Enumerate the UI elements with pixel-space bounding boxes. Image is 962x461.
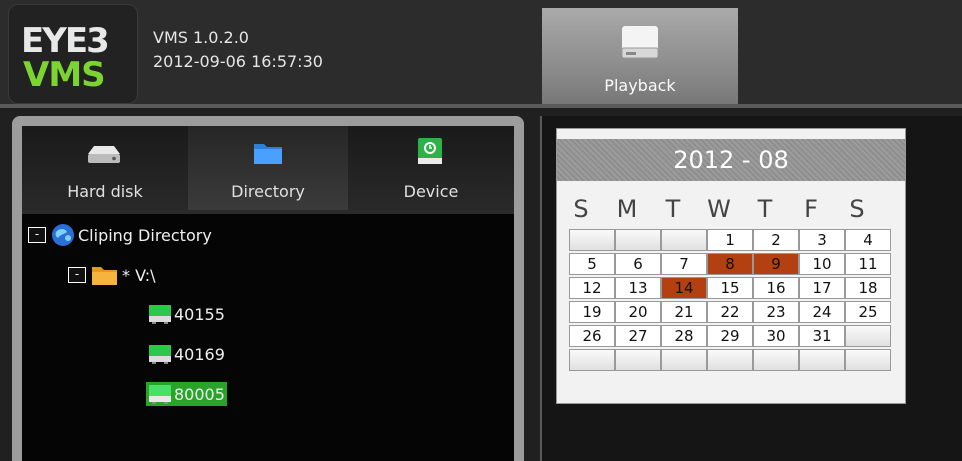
device-icon: [149, 305, 171, 324]
calendar-day[interactable]: 5: [569, 253, 615, 275]
calendar-day[interactable]: 16: [753, 277, 799, 299]
tree-leaf-device[interactable]: 40169: [148, 342, 227, 366]
calendar-day[interactable]: 4: [845, 229, 891, 251]
calendar-day[interactable]: 31: [799, 325, 845, 347]
current-datetime: 2012-09-06 16:57:30: [153, 52, 323, 71]
hard-disk-icon: [621, 26, 659, 59]
calendar-empty-cell: [661, 349, 707, 371]
tree-node-root[interactable]: - Cliping Directory: [28, 222, 212, 248]
playback-tab[interactable]: Playback: [542, 8, 738, 104]
app-info: VMS 1.0.2.0 2012-09-06 16:57:30: [153, 26, 323, 74]
folder-icon: [254, 144, 282, 164]
left-panel: Hard disk Directory Device - Cliping Dir…: [12, 116, 524, 461]
weekday-label: S: [849, 195, 865, 223]
hard-disk-icon: [88, 146, 120, 163]
calendar-empty-cell: [615, 229, 661, 251]
calendar-day[interactable]: 17: [799, 277, 845, 299]
collapse-toggle[interactable]: -: [68, 267, 86, 283]
tree-folder-label: * V:\: [122, 265, 156, 285]
device-icon: [149, 385, 171, 404]
calendar-empty-cell: [845, 325, 891, 347]
tree-leaf-label: 40155: [174, 304, 225, 324]
calendar-day[interactable]: 1: [707, 229, 753, 251]
globe-icon: [52, 224, 74, 246]
device-icon: [149, 345, 171, 364]
app-logo: EYE3 VMS: [8, 4, 138, 104]
calendar-day[interactable]: 2: [753, 229, 799, 251]
device-icon: [418, 138, 442, 164]
calendar-empty-cell: [707, 349, 753, 371]
vms-app: EYE3 VMS VMS 1.0.2.0 2012-09-06 16:57:30…: [0, 0, 962, 461]
weekday-label: F: [804, 195, 818, 223]
tab-device[interactable]: Device: [348, 126, 514, 214]
calendar-day-has-recording[interactable]: 14: [661, 277, 707, 299]
calendar-day[interactable]: 30: [753, 325, 799, 347]
weekday-label: S: [573, 195, 589, 223]
calendar-empty-cell: [845, 349, 891, 371]
calendar-empty-cell: [569, 349, 615, 371]
tree-leaf-device-selected[interactable]: 80005: [146, 382, 227, 406]
calendar-day[interactable]: 20: [615, 301, 661, 323]
weekday-label: W: [707, 195, 731, 223]
calendar-day[interactable]: 23: [753, 301, 799, 323]
calendar-day[interactable]: 11: [845, 253, 891, 275]
calendar-day[interactable]: 15: [707, 277, 753, 299]
calendar-day[interactable]: 21: [661, 301, 707, 323]
tree-root-label: Cliping Directory: [78, 225, 212, 245]
calendar-day[interactable]: 19: [569, 301, 615, 323]
calendar-month-title: 2012 - 08: [673, 146, 789, 174]
calendar-day[interactable]: 10: [799, 253, 845, 275]
calendar-empty-cell: [569, 229, 615, 251]
calendar-day-has-recording[interactable]: 8: [707, 253, 753, 275]
tree-leaf-label: 40169: [174, 344, 225, 364]
weekday-label: M: [616, 195, 638, 223]
tree-leaf-device[interactable]: 40155: [148, 302, 227, 326]
calendar-day[interactable]: 18: [845, 277, 891, 299]
tree-node-folder[interactable]: - * V:\: [68, 262, 156, 288]
calendar-day[interactable]: 29: [707, 325, 753, 347]
calendar-day[interactable]: 28: [661, 325, 707, 347]
calendar-day[interactable]: 7: [661, 253, 707, 275]
header-bar: EYE3 VMS VMS 1.0.2.0 2012-09-06 16:57:30…: [0, 0, 962, 108]
calendar-day[interactable]: 22: [707, 301, 753, 323]
tab-device-label: Device: [403, 182, 459, 201]
calendar-day[interactable]: 13: [615, 277, 661, 299]
calendar-empty-cell: [661, 229, 707, 251]
calendar-day-has-recording[interactable]: 9: [753, 253, 799, 275]
playback-label: Playback: [604, 76, 676, 95]
calendar-day[interactable]: 24: [799, 301, 845, 323]
calendar-day[interactable]: 12: [569, 277, 615, 299]
tab-directory[interactable]: Directory: [188, 126, 348, 214]
calendar-empty-cell: [753, 349, 799, 371]
calendar-day[interactable]: 27: [615, 325, 661, 347]
calendar-day[interactable]: 25: [845, 301, 891, 323]
calendar-day[interactable]: 3: [799, 229, 845, 251]
calendar-day[interactable]: 6: [615, 253, 661, 275]
source-tabbar: Hard disk Directory Device: [22, 126, 514, 214]
weekday-label: T: [757, 195, 773, 223]
tab-divider: [22, 210, 514, 214]
tab-hard-disk-label: Hard disk: [67, 182, 143, 201]
tab-directory-label: Directory: [231, 182, 305, 201]
logo-vms-text: VMS: [23, 55, 106, 95]
tab-hard-disk[interactable]: Hard disk: [22, 126, 188, 214]
weekday-label: T: [665, 195, 681, 223]
app-version: VMS 1.0.2.0: [153, 28, 249, 47]
left-panel-content: Hard disk Directory Device - Cliping Dir…: [22, 126, 514, 461]
collapse-toggle[interactable]: -: [28, 227, 46, 243]
tree-leaf-label: 80005: [172, 382, 227, 406]
calendar-empty-cell: [799, 349, 845, 371]
right-panel: 2012 - 08 S M T W T F S 1 2 3 4 5 6 7 8 9 10 11 12 1…: [540, 116, 962, 461]
calendar-header: 2012 - 08: [557, 139, 905, 181]
calendar-empty-cell: [615, 349, 661, 371]
calendar: 2012 - 08 S M T W T F S 1 2 3 4 5 6 7 8 9 10 11 12 1…: [556, 128, 906, 404]
calendar-day[interactable]: 26: [569, 325, 615, 347]
folder-icon: [92, 267, 117, 285]
